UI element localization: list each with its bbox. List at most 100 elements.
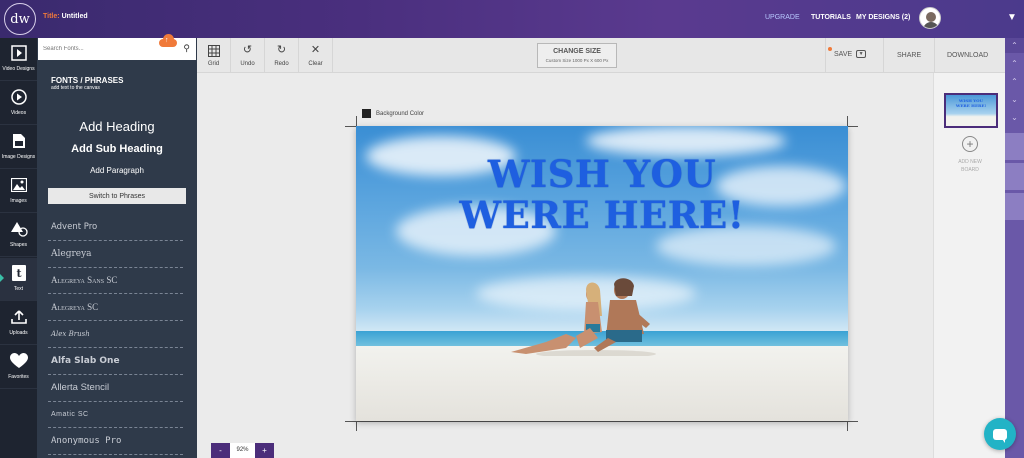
rail-item-text[interactable]: t Text (0, 258, 37, 301)
chevron-up-icon[interactable]: ⌃ (1005, 56, 1024, 71)
rail-item-uploads[interactable]: Uploads (0, 302, 37, 345)
rail-label: Shapes (10, 242, 27, 248)
font-item-alex-brush[interactable]: Alex Brush (48, 321, 183, 348)
upload-font-label: Upload Font (154, 50, 182, 56)
rail-item-videos[interactable]: Videos (0, 82, 37, 125)
background-color-control[interactable]: Background Color (362, 109, 424, 118)
board-thumbnail[interactable]: WISH YOU WERE HERE! (944, 93, 998, 128)
font-item-advent-pro[interactable]: Advent Pro (48, 214, 183, 241)
cloud-upload-icon: ↑ (157, 34, 179, 47)
rail-item-shapes[interactable]: Shapes (0, 214, 37, 257)
font-item-allerta-stencil[interactable]: Allerta Stencil (48, 375, 183, 402)
clear-label: Clear (308, 60, 323, 67)
redo-button[interactable]: ↻ Redo (265, 38, 299, 73)
chevron-down-icon[interactable]: ▼ (856, 50, 867, 58)
chevron-down-icon[interactable]: ⌄ (1005, 92, 1024, 107)
unsaved-dot (828, 47, 832, 51)
grid-label: Grid (207, 60, 220, 67)
scroll-block[interactable] (1005, 132, 1024, 160)
chat-button[interactable] (984, 418, 1016, 450)
avatar-body (923, 22, 939, 28)
chevron-down-icon[interactable]: ▼ (1007, 12, 1017, 23)
rail-label: Favorites (8, 374, 29, 380)
design-title[interactable]: Title: Untitled (43, 13, 88, 20)
change-size-button[interactable]: CHANGE SIZE Custom Size 1000 Px X 600 Px (537, 43, 617, 68)
images-icon (10, 176, 28, 194)
download-button[interactable]: DOWNLOAD (947, 52, 988, 59)
headline-line-2: WERE HERE! (459, 193, 745, 237)
design-canvas[interactable]: WISH YOU WERE HERE! (356, 126, 848, 421)
add-subheading-button[interactable]: Add Sub Heading (37, 143, 197, 155)
add-paragraph-button[interactable]: Add Paragraph (37, 166, 197, 175)
zoom-value: 92% (230, 443, 255, 458)
scroll-block[interactable] (1005, 192, 1024, 220)
grid-icon (207, 44, 220, 58)
font-item-anonymous-pro[interactable]: Anonymous Pro (48, 428, 183, 456)
save-button[interactable]: SAVE ▼ (828, 47, 867, 58)
share-button[interactable]: SHARE (897, 52, 921, 59)
upload-font-button[interactable]: ↑ Upload Font (150, 34, 186, 56)
chevron-down-icon[interactable]: ⌄ (1005, 110, 1024, 125)
headline-text[interactable]: WISH YOU WERE HERE! (356, 154, 848, 236)
rail-label: Image Designs (1, 154, 36, 160)
shapes-icon (10, 220, 28, 238)
image-designs-icon (10, 132, 28, 150)
rail-label: Uploads (9, 330, 28, 336)
heart-icon (9, 352, 28, 370)
upload-icon (10, 308, 28, 326)
clear-button[interactable]: ✕ Clear (299, 38, 333, 73)
rail-item-video-designs[interactable]: Video Designs (0, 38, 37, 81)
left-nav-rail: Video Designs Videos Image Designs Image… (0, 38, 37, 458)
thumbnail-text: WISH YOU WERE HERE! (946, 98, 996, 108)
upgrade-link[interactable]: UPGRADE (765, 14, 800, 21)
font-item-amatic-sc[interactable]: Amatic SC (48, 402, 183, 429)
top-bar: dw Title: Untitled UPGRADE TUTORIALS MY … (0, 0, 1024, 38)
undo-button[interactable]: ↺ Undo (231, 38, 265, 73)
video-play-icon (10, 88, 28, 106)
grid-button[interactable]: Grid (197, 38, 231, 73)
toolbar: Grid ↺ Undo ↻ Redo ✕ Clear CHANGE SIZE C… (197, 38, 1005, 73)
avatar-head (926, 12, 936, 22)
tutorials-link[interactable]: TUTORIALS (811, 14, 851, 21)
close-icon: ✕ (310, 43, 321, 56)
couple-photo (511, 278, 656, 356)
font-item-alegreya-sc[interactable]: Alegreya SC (48, 294, 183, 322)
rail-label: Text (13, 286, 24, 292)
switch-to-phrases-button[interactable]: Switch to Phrases (48, 188, 186, 204)
title-label: Title: (43, 13, 60, 20)
collapse-up-icon[interactable]: ⌃ (1005, 38, 1024, 53)
zoom-out-button[interactable]: - (211, 443, 230, 458)
crop-guide (345, 421, 858, 422)
font-list: Advent Pro Alegreya Alegreya Sans SC Ale… (48, 214, 183, 456)
logo[interactable]: dw (4, 3, 36, 35)
font-item-alegreya[interactable]: Alegreya (48, 241, 183, 268)
undo-icon: ↺ (242, 43, 253, 56)
title-value[interactable]: Untitled (62, 13, 88, 20)
thumbnail-line-2: WERE HERE! (955, 103, 987, 108)
add-board-label: ADD NEW BOARD (958, 159, 982, 173)
add-heading-button[interactable]: Add Heading (37, 119, 197, 134)
change-size-label: CHANGE SIZE (553, 48, 601, 55)
rail-item-image-designs[interactable]: Image Designs (0, 126, 37, 169)
my-designs-link[interactable]: MY DESIGNS (2) (856, 14, 910, 21)
font-item-alfa-slab-one[interactable]: Alfa Slab One (48, 348, 183, 375)
rail-item-images[interactable]: Images (0, 170, 37, 213)
rail-label: Images (10, 198, 27, 204)
rail-item-favorites[interactable]: Favorites (0, 346, 37, 389)
font-item-alegreya-sans-sc[interactable]: Alegreya Sans SC (48, 268, 183, 295)
undo-label: Undo (240, 60, 255, 67)
add-board-button[interactable]: + (962, 136, 978, 152)
chevron-up-icon[interactable]: ⌃ (1005, 74, 1024, 89)
rail-label: Video Designs (2, 66, 35, 72)
rail-label: Videos (10, 110, 27, 116)
save-label: SAVE (834, 50, 853, 58)
zoom-in-button[interactable]: + (255, 443, 274, 458)
scroll-block[interactable] (1005, 162, 1024, 190)
text-icon: t (10, 264, 28, 282)
background-color-label: Background Color (376, 110, 425, 117)
panel-title: FONTS / PHRASES (51, 76, 124, 85)
avatar[interactable] (919, 7, 941, 29)
panel-subtitle: add text to the canvas (51, 85, 100, 91)
headline-line-1: WISH YOU (487, 152, 717, 196)
color-swatch[interactable] (362, 109, 371, 118)
